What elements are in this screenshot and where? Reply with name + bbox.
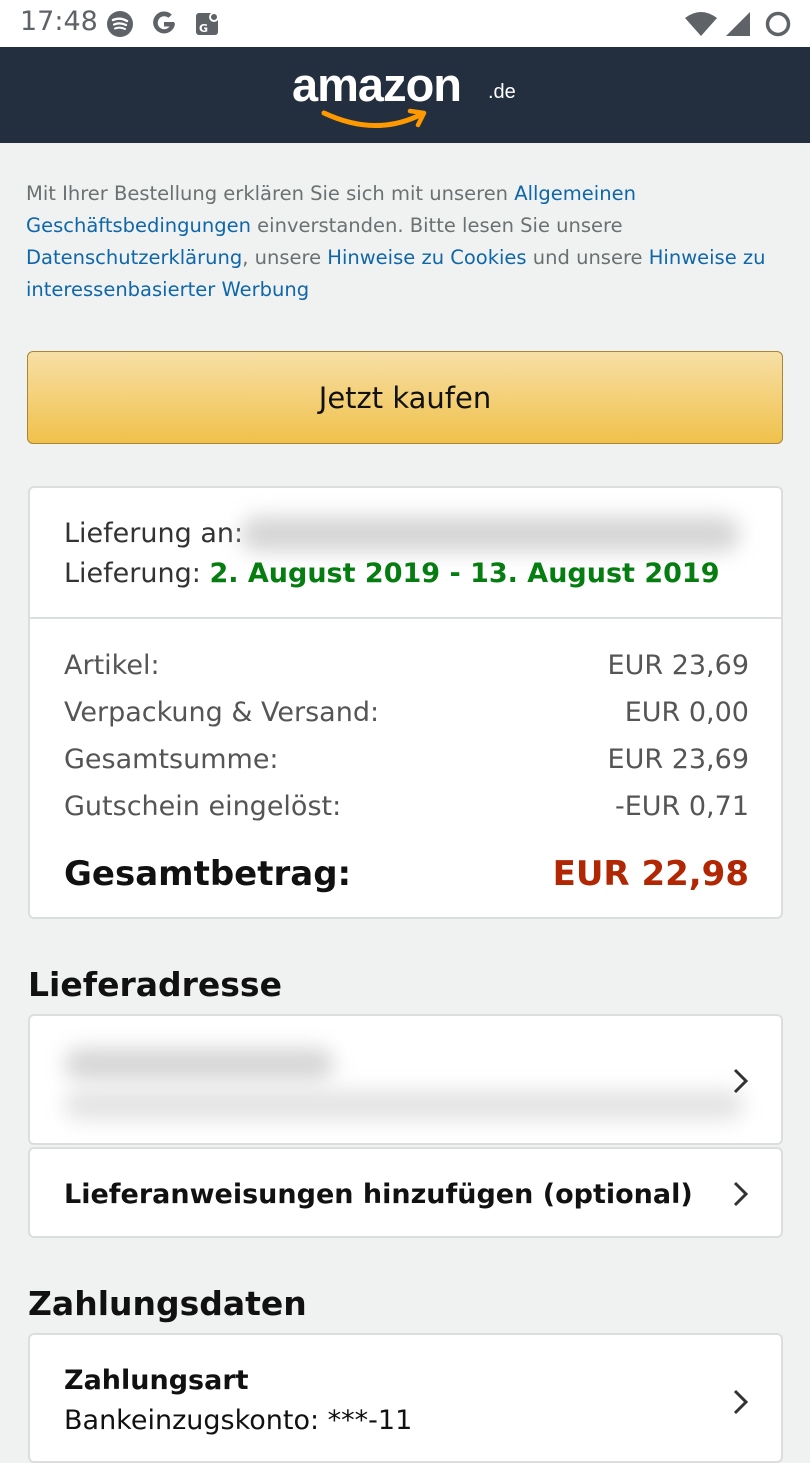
- shipping-address-heading: Lieferadresse: [28, 965, 282, 1004]
- terms-text-2: einverstanden. Bitte lesen Sie unsere: [250, 214, 623, 237]
- order-total-value: EUR 22,98: [552, 854, 749, 894]
- payment-heading: Zahlungsdaten: [28, 1284, 307, 1323]
- delivery-date-label: Lieferung:: [64, 558, 201, 589]
- chevron-right-icon: [733, 1068, 749, 1094]
- terms-notice: Mit Ihrer Bestellung erklären Sie sich m…: [26, 178, 786, 306]
- redacted-address: [240, 516, 740, 552]
- delivery-to-label: Lieferung an:: [64, 518, 244, 549]
- redacted-name: [64, 1048, 334, 1080]
- terms-text-3: , unsere: [242, 246, 328, 269]
- payment-account-line: Bankeinzugskonto: ***-11: [64, 1405, 412, 1436]
- smile-arrow-icon: [321, 108, 427, 128]
- summary-value: -EUR 0,71: [614, 791, 749, 822]
- summary-value: EUR 23,69: [607, 650, 749, 681]
- status-time: 17:48: [20, 6, 98, 37]
- chevron-right-icon: [733, 1389, 749, 1415]
- shipping-address-row[interactable]: [28, 1014, 783, 1145]
- svg-text:G: G: [199, 22, 208, 35]
- payment-method-row[interactable]: Zahlungsart Bankeinzugskonto: ***-11: [28, 1333, 783, 1463]
- redacted-address-line: [64, 1090, 744, 1120]
- spotify-icon: [107, 11, 133, 37]
- privacy-link[interactable]: Datenschutzerklärung: [26, 246, 242, 269]
- delivery-instructions-label: Lieferanweisungen hinzufügen (optional): [64, 1179, 693, 1210]
- battery-icon: [765, 11, 791, 37]
- summary-value: EUR 23,69: [607, 744, 749, 775]
- payment-account-value: ***-11: [327, 1405, 413, 1436]
- buy-now-button[interactable]: Jetzt kaufen: [27, 351, 783, 444]
- chevron-right-icon: [733, 1181, 749, 1207]
- amazon-logo[interactable]: amazon .de: [292, 57, 522, 133]
- logo-word: amazon: [292, 58, 462, 111]
- cookies-link[interactable]: Hinweise zu Cookies: [327, 246, 526, 269]
- delivery-instructions-row[interactable]: Lieferanweisungen hinzufügen (optional): [28, 1147, 783, 1238]
- summary-label: Verpackung & Versand:: [64, 697, 380, 728]
- summary-value: EUR 0,00: [624, 697, 749, 728]
- summary-label: Artikel:: [64, 650, 160, 681]
- delivery-date-line: Lieferung: 2. August 2019 - 13. August 2…: [64, 558, 720, 589]
- google-icon: [153, 11, 175, 34]
- terms-text-1: Mit Ihrer Bestellung erklären Sie sich m…: [26, 182, 515, 205]
- summary-label: Gesamtsumme:: [64, 744, 279, 775]
- wifi-icon: [685, 12, 717, 36]
- card-divider: [30, 617, 781, 619]
- delivery-date-value: 2. August 2019 - 13. August 2019: [209, 558, 720, 589]
- payment-account-label: Bankeinzugskonto:: [64, 1405, 320, 1436]
- signal-icon: [726, 12, 750, 36]
- order-total-label: Gesamtbetrag:: [64, 854, 352, 894]
- logo-tld: .de: [488, 81, 516, 103]
- status-bar: 17:48 G: [0, 0, 810, 47]
- maps-icon: G: [196, 12, 219, 35]
- app-header: amazon .de: [0, 47, 810, 143]
- buy-now-label: Jetzt kaufen: [318, 380, 492, 415]
- payment-method-label: Zahlungsart: [64, 1365, 249, 1396]
- summary-label: Gutschein eingelöst:: [64, 791, 342, 822]
- terms-text-4: und unsere: [526, 246, 649, 269]
- order-summary-card: Lieferung an: Lieferung: 2. August 2019 …: [28, 486, 783, 919]
